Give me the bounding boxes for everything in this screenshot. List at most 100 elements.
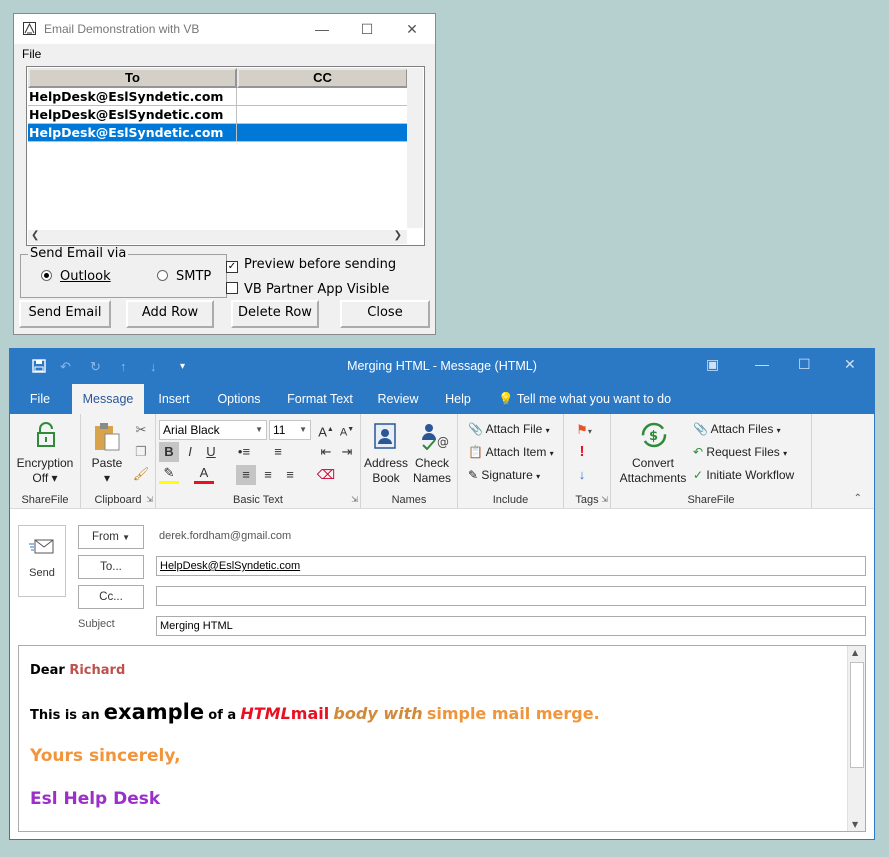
- grid-cell-to[interactable]: HelpDesk@EslSyndetic.com: [28, 106, 237, 124]
- shrink-font-icon[interactable]: A▼: [337, 420, 357, 440]
- attach-file-button[interactable]: 📎 Attach File ▾: [468, 422, 550, 436]
- minimize-icon[interactable]: —: [755, 356, 769, 372]
- italic-icon[interactable]: I: [180, 442, 200, 462]
- numbering-icon[interactable]: ≡: [268, 442, 288, 462]
- close-button[interactable]: Close: [340, 300, 430, 328]
- radio-outlook[interactable]: Outlook: [41, 269, 111, 284]
- send-button[interactable]: Send: [18, 525, 66, 597]
- low-importance-icon[interactable]: ↓: [572, 465, 592, 485]
- convert-attachments-button[interactable]: Convert Attachments: [613, 456, 693, 486]
- align-right-icon[interactable]: ≡: [280, 465, 300, 485]
- check-names-button[interactable]: Check Names: [409, 456, 455, 486]
- cc-button[interactable]: Cc...: [78, 585, 144, 609]
- grid-cell-cc[interactable]: [237, 106, 408, 124]
- cut-icon[interactable]: ✂: [131, 420, 151, 440]
- bullets-icon[interactable]: •≡: [234, 442, 254, 462]
- radio-smtp[interactable]: SMTP: [157, 269, 211, 284]
- scroll-left-icon[interactable]: ❮: [31, 230, 39, 241]
- ribbon-display-icon[interactable]: ▣: [706, 356, 719, 373]
- tell-me-box[interactable]: 💡 Tell me what you want to do: [498, 384, 678, 414]
- maximize-icon[interactable]: ☐: [798, 356, 811, 373]
- align-left-icon[interactable]: ≡: [236, 465, 256, 485]
- convert-attachments-icon[interactable]: $: [639, 420, 669, 450]
- tab-options[interactable]: Options: [210, 384, 268, 414]
- message-body[interactable]: Dear Richard This is an example of a HTM…: [18, 645, 866, 832]
- dialog-launcher-icon[interactable]: ⇲: [351, 495, 358, 504]
- scroll-right-icon[interactable]: ❯: [394, 230, 402, 241]
- subject-field[interactable]: Merging HTML: [156, 616, 866, 636]
- highlight-icon[interactable]: ✎: [159, 465, 179, 484]
- grid-horizontal-scrollbar[interactable]: ❮ ❯: [28, 230, 407, 244]
- menu-file[interactable]: File: [22, 47, 41, 61]
- signature-button[interactable]: ✎ Signature ▾: [468, 468, 540, 482]
- address-book-button[interactable]: Address Book: [363, 456, 409, 486]
- maximize-icon[interactable]: ☐: [344, 14, 390, 44]
- paste-button[interactable]: Paste ▾: [85, 456, 129, 486]
- from-button[interactable]: From ▼: [78, 525, 144, 549]
- cc-field[interactable]: [156, 586, 866, 606]
- grid-row[interactable]: HelpDesk@EslSyndetic.com: [28, 106, 408, 124]
- dialog-launcher-icon[interactable]: ⇲: [146, 495, 153, 504]
- grid-row-selected[interactable]: HelpDesk@EslSyndetic.com: [28, 124, 408, 142]
- follow-up-flag-icon[interactable]: ⚑▾: [574, 420, 594, 440]
- attach-item-button[interactable]: 📋 Attach Item ▾: [468, 445, 554, 459]
- chevron-down-icon[interactable]: ▼: [255, 421, 263, 439]
- initiate-workflow-button[interactable]: ✓ Initiate Workflow: [693, 468, 794, 482]
- copy-icon[interactable]: ❐: [131, 442, 151, 462]
- recipient-grid[interactable]: To CC HelpDesk@EslSyndetic.com HelpDesk@…: [26, 66, 425, 246]
- grid-cell-cc[interactable]: [237, 88, 408, 106]
- align-center-icon[interactable]: ≡: [258, 465, 278, 485]
- grid-cell-to[interactable]: HelpDesk@EslSyndetic.com: [28, 88, 237, 106]
- encryption-button[interactable]: Encryption Off ▾: [10, 456, 80, 486]
- checkbox-checked-icon[interactable]: ✓: [226, 261, 238, 273]
- dialog-launcher-icon[interactable]: ⇲: [601, 495, 608, 504]
- close-icon[interactable]: ✕: [389, 14, 435, 44]
- clear-formatting-icon[interactable]: ⌫: [316, 465, 336, 485]
- add-row-button[interactable]: Add Row: [126, 300, 214, 328]
- tab-help[interactable]: Help: [438, 384, 478, 414]
- scroll-up-icon[interactable]: ▲: [852, 648, 858, 657]
- tab-message[interactable]: Message: [72, 384, 144, 414]
- collapse-ribbon-icon[interactable]: ⌃: [854, 493, 862, 504]
- grid-row[interactable]: HelpDesk@EslSyndetic.com: [28, 88, 408, 106]
- close-icon[interactable]: ✕: [844, 356, 856, 373]
- tab-insert[interactable]: Insert: [152, 384, 196, 414]
- grid-header-to[interactable]: To: [28, 68, 237, 88]
- grow-font-icon[interactable]: A▲: [316, 420, 336, 440]
- address-book-icon[interactable]: [372, 422, 398, 450]
- tab-review[interactable]: Review: [372, 384, 424, 414]
- scroll-down-icon[interactable]: ▼: [852, 820, 858, 829]
- font-size-combo[interactable]: 11 ▼: [269, 420, 311, 440]
- paste-icon[interactable]: [93, 422, 121, 452]
- grid-cell-to[interactable]: HelpDesk@EslSyndetic.com: [28, 124, 237, 142]
- font-color-icon[interactable]: A: [194, 465, 214, 484]
- attach-files-button[interactable]: 📎 Attach Files ▾: [693, 422, 781, 436]
- minimize-icon[interactable]: —: [299, 14, 345, 44]
- tab-file[interactable]: File: [22, 384, 58, 414]
- to-field[interactable]: HelpDesk@EslSyndetic.com: [156, 556, 866, 576]
- to-button[interactable]: To...: [78, 555, 144, 579]
- request-files-button[interactable]: ↶ Request Files ▾: [693, 445, 787, 459]
- paste-dropdown-icon[interactable]: ▾: [85, 471, 129, 486]
- radio-selected-icon[interactable]: [41, 270, 52, 281]
- check-names-icon[interactable]: @: [419, 420, 449, 450]
- underline-icon[interactable]: U: [201, 442, 221, 462]
- grid-header-cc[interactable]: CC: [237, 68, 408, 88]
- font-name-combo[interactable]: Arial Black ▼: [159, 420, 267, 440]
- increase-indent-icon[interactable]: ⇥: [337, 442, 357, 462]
- radio-unselected-icon[interactable]: [157, 270, 168, 281]
- grid-vertical-scrollbar[interactable]: [407, 68, 423, 228]
- partner-visible-checkbox[interactable]: VB Partner App Visible: [226, 281, 389, 297]
- scroll-thumb[interactable]: [850, 662, 864, 768]
- checkbox-unchecked-icon[interactable]: [226, 282, 238, 294]
- high-importance-icon[interactable]: !: [572, 442, 592, 462]
- delete-row-button[interactable]: Delete Row: [231, 300, 319, 328]
- lock-icon[interactable]: [35, 422, 57, 448]
- chevron-down-icon[interactable]: ▼: [299, 421, 307, 439]
- decrease-indent-icon[interactable]: ⇤: [316, 442, 336, 462]
- grid-cell-cc[interactable]: [237, 124, 408, 142]
- format-painter-icon[interactable]: 🖌: [131, 464, 151, 484]
- bold-icon[interactable]: B: [159, 442, 179, 462]
- send-email-button[interactable]: Send Email: [19, 300, 111, 328]
- body-scrollbar[interactable]: ▲ ▼: [847, 646, 865, 831]
